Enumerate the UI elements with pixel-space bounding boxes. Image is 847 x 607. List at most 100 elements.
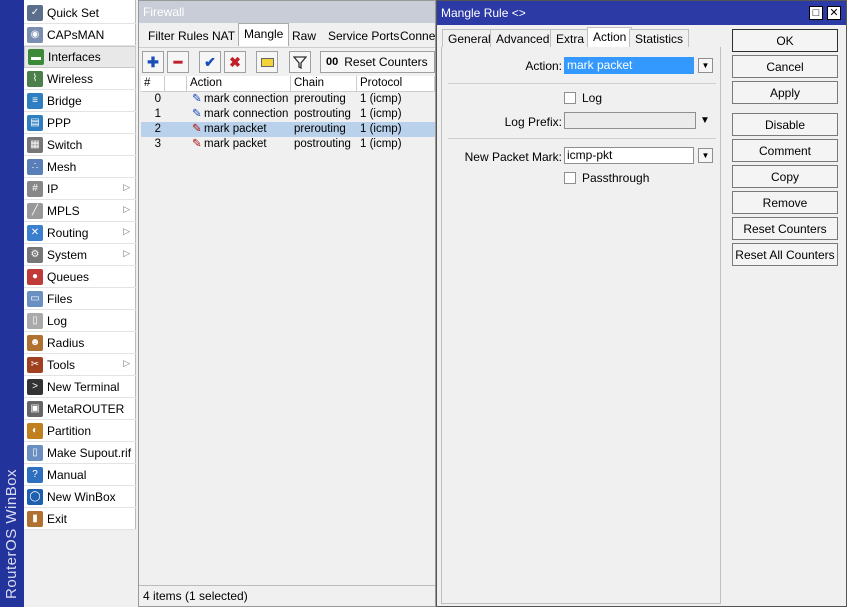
- column-header[interactable]: #: [141, 76, 165, 92]
- radius-icon: ☻: [27, 334, 43, 351]
- ip-icon: #: [27, 180, 43, 197]
- sidebar-item-label: Make Supout.rif: [47, 445, 132, 460]
- log-checkbox-label: Log: [582, 91, 603, 105]
- table-header: # Action Chain Protocol: [141, 76, 435, 92]
- table-row[interactable]: 2 ✎ mark packet prerouting 1 (icmp): [141, 122, 435, 137]
- sidebar-item-label: Routing: [47, 225, 89, 240]
- cell-chain: postrouting: [294, 138, 351, 150]
- sidebar-item-wireless[interactable]: ⌇ Wireless: [24, 68, 136, 90]
- sidebar-item-switch[interactable]: ▦ Switch: [24, 134, 136, 156]
- reset-counters-icon: 00: [326, 56, 339, 68]
- cancel-button[interactable]: Cancel: [732, 55, 838, 78]
- sidebar-item-capsman[interactable]: ◉ CAPsMAN: [24, 24, 136, 46]
- status-bar: 4 items (1 selected): [139, 585, 435, 605]
- action-select[interactable]: mark packet: [564, 57, 694, 74]
- sidebar-item-exit[interactable]: ▮ Exit: [24, 508, 136, 530]
- log-checkbox[interactable]: [564, 92, 576, 104]
- tab-raw[interactable]: Raw: [286, 25, 322, 45]
- add-icon[interactable]: ✚: [142, 51, 164, 73]
- mpls-icon: ╱: [27, 202, 43, 219]
- quick-set-icon: ✓: [27, 4, 43, 21]
- sidebar-item-label: Manual: [47, 467, 87, 482]
- new-packet-mark-label: New Packet Mark:: [464, 150, 562, 164]
- close-icon[interactable]: ✕: [827, 6, 841, 20]
- cell-action: mark connection: [204, 108, 289, 120]
- action-dropdown-icon[interactable]: ▼: [698, 58, 713, 73]
- tab-statistics[interactable]: Statistics: [629, 29, 690, 48]
- firewall-toolbar: ✚ ━ ✔ ✖ 00 Reset Counters: [139, 47, 435, 75]
- sidebar-item-radius[interactable]: ☻ Radius: [24, 332, 136, 354]
- tab-general[interactable]: General: [442, 29, 497, 48]
- column-header[interactable]: [165, 76, 187, 92]
- tab-extra[interactable]: Extra: [550, 29, 591, 48]
- cell-num: 3: [154, 138, 161, 150]
- log-prefix-dropdown-icon[interactable]: ▼: [700, 115, 710, 126]
- supout-icon: ▯: [27, 444, 43, 461]
- sidebar-item-mesh[interactable]: ∴ Mesh: [24, 156, 136, 178]
- remove-button[interactable]: Remove: [732, 191, 838, 214]
- sidebar-item-bridge[interactable]: ≡ Bridge: [24, 90, 136, 112]
- ok-button[interactable]: OK: [732, 29, 838, 52]
- action-label: Action:: [525, 59, 562, 73]
- sidebar-item-mpls[interactable]: ╱ MPLS ▷: [24, 200, 136, 222]
- table-row[interactable]: 0 ✎ mark connection prerouting 1 (icmp): [141, 92, 435, 107]
- tab-action[interactable]: Action: [587, 27, 633, 48]
- reset-all-counters-button[interactable]: Reset All Counters: [732, 243, 838, 266]
- sidebar-item-queues[interactable]: ● Queues: [24, 266, 136, 288]
- sidebar-item-system[interactable]: ⚙ System ▷: [24, 244, 136, 266]
- sidebar-item-interfaces[interactable]: ▬ Interfaces: [24, 46, 136, 68]
- new-packet-mark-field[interactable]: icmp-pkt: [564, 147, 694, 164]
- cell-num: 0: [154, 93, 161, 105]
- enable-icon[interactable]: ✔: [199, 51, 221, 73]
- cell-chain: prerouting: [294, 93, 346, 105]
- sidebar-item-files[interactable]: ▭ Files: [24, 288, 136, 310]
- tab-filter-rules[interactable]: Filter Rules: [142, 25, 215, 45]
- wireless-icon: ⌇: [27, 70, 43, 87]
- sidebar-item-make-supout-rif[interactable]: ▯ Make Supout.rif: [24, 442, 136, 464]
- apply-button[interactable]: Apply: [732, 81, 838, 104]
- mangle-rule-dialog: Mangle Rule <> □ ✕ General Advanced Extra A…: [436, 0, 847, 607]
- sidebar-item-ppp[interactable]: ▤ PPP: [24, 112, 136, 134]
- sidebar-item-metarouter[interactable]: ▣ MetaROUTER: [24, 398, 136, 420]
- tab-mangle[interactable]: Mangle: [238, 23, 290, 46]
- sidebar-item-log[interactable]: ▯ Log: [24, 310, 136, 332]
- disable-button[interactable]: Disable: [732, 113, 838, 136]
- action-tab-panel: Action: mark packet ▼ Log Log Prefix: ▼ …: [441, 47, 721, 604]
- maximize-icon[interactable]: □: [809, 6, 823, 20]
- cell-action: mark packet: [204, 123, 267, 135]
- switch-icon: ▦: [27, 136, 43, 153]
- comment-icon[interactable]: [256, 51, 278, 73]
- separator: [448, 83, 716, 84]
- sidebar-item-tools[interactable]: ✂ Tools ▷: [24, 354, 136, 376]
- sidebar-item-ip[interactable]: # IP ▷: [24, 178, 136, 200]
- queues-icon: ●: [27, 268, 43, 285]
- sidebar-item-partition[interactable]: ◐ Partition: [24, 420, 136, 442]
- sidebar-item-label: Bridge: [47, 93, 82, 108]
- sidebar-item-manual[interactable]: ? Manual: [24, 464, 136, 486]
- column-header[interactable]: Protocol: [357, 76, 435, 92]
- manual-icon: ?: [27, 466, 43, 483]
- comment-button[interactable]: Comment: [732, 139, 838, 162]
- sidebar-item-routing[interactable]: ✕ Routing ▷: [24, 222, 136, 244]
- table-row[interactable]: 3 ✎ mark packet postrouting 1 (icmp): [141, 137, 435, 152]
- reset-counters-button[interactable]: 00 Reset Counters: [320, 51, 435, 73]
- new-packet-mark-dropdown-icon[interactable]: ▼: [698, 148, 713, 163]
- remove-icon[interactable]: ━: [167, 51, 189, 73]
- copy-button[interactable]: Copy: [732, 165, 838, 188]
- disable-icon[interactable]: ✖: [224, 51, 246, 73]
- table-row[interactable]: 1 ✎ mark connection postrouting 1 (icmp): [141, 107, 435, 122]
- tab-nat[interactable]: NAT: [206, 25, 241, 45]
- tab-service-ports[interactable]: Service Ports: [322, 25, 405, 45]
- sidebar-item-quick-set[interactable]: ✓ Quick Set: [24, 2, 136, 24]
- system-icon: ⚙: [27, 246, 43, 263]
- passthrough-checkbox[interactable]: [564, 172, 576, 184]
- cell-action: mark packet: [204, 138, 267, 150]
- reset-counters-button[interactable]: Reset Counters: [732, 217, 838, 240]
- tab-advanced[interactable]: Advanced: [490, 29, 556, 48]
- sidebar-item-new-winbox[interactable]: ◯ New WinBox: [24, 486, 136, 508]
- filter-icon[interactable]: [289, 51, 311, 73]
- column-header[interactable]: Action: [187, 76, 291, 92]
- column-header[interactable]: Chain: [291, 76, 357, 92]
- log-prefix-field[interactable]: [564, 112, 696, 129]
- sidebar-item-new-terminal[interactable]: > New Terminal: [24, 376, 136, 398]
